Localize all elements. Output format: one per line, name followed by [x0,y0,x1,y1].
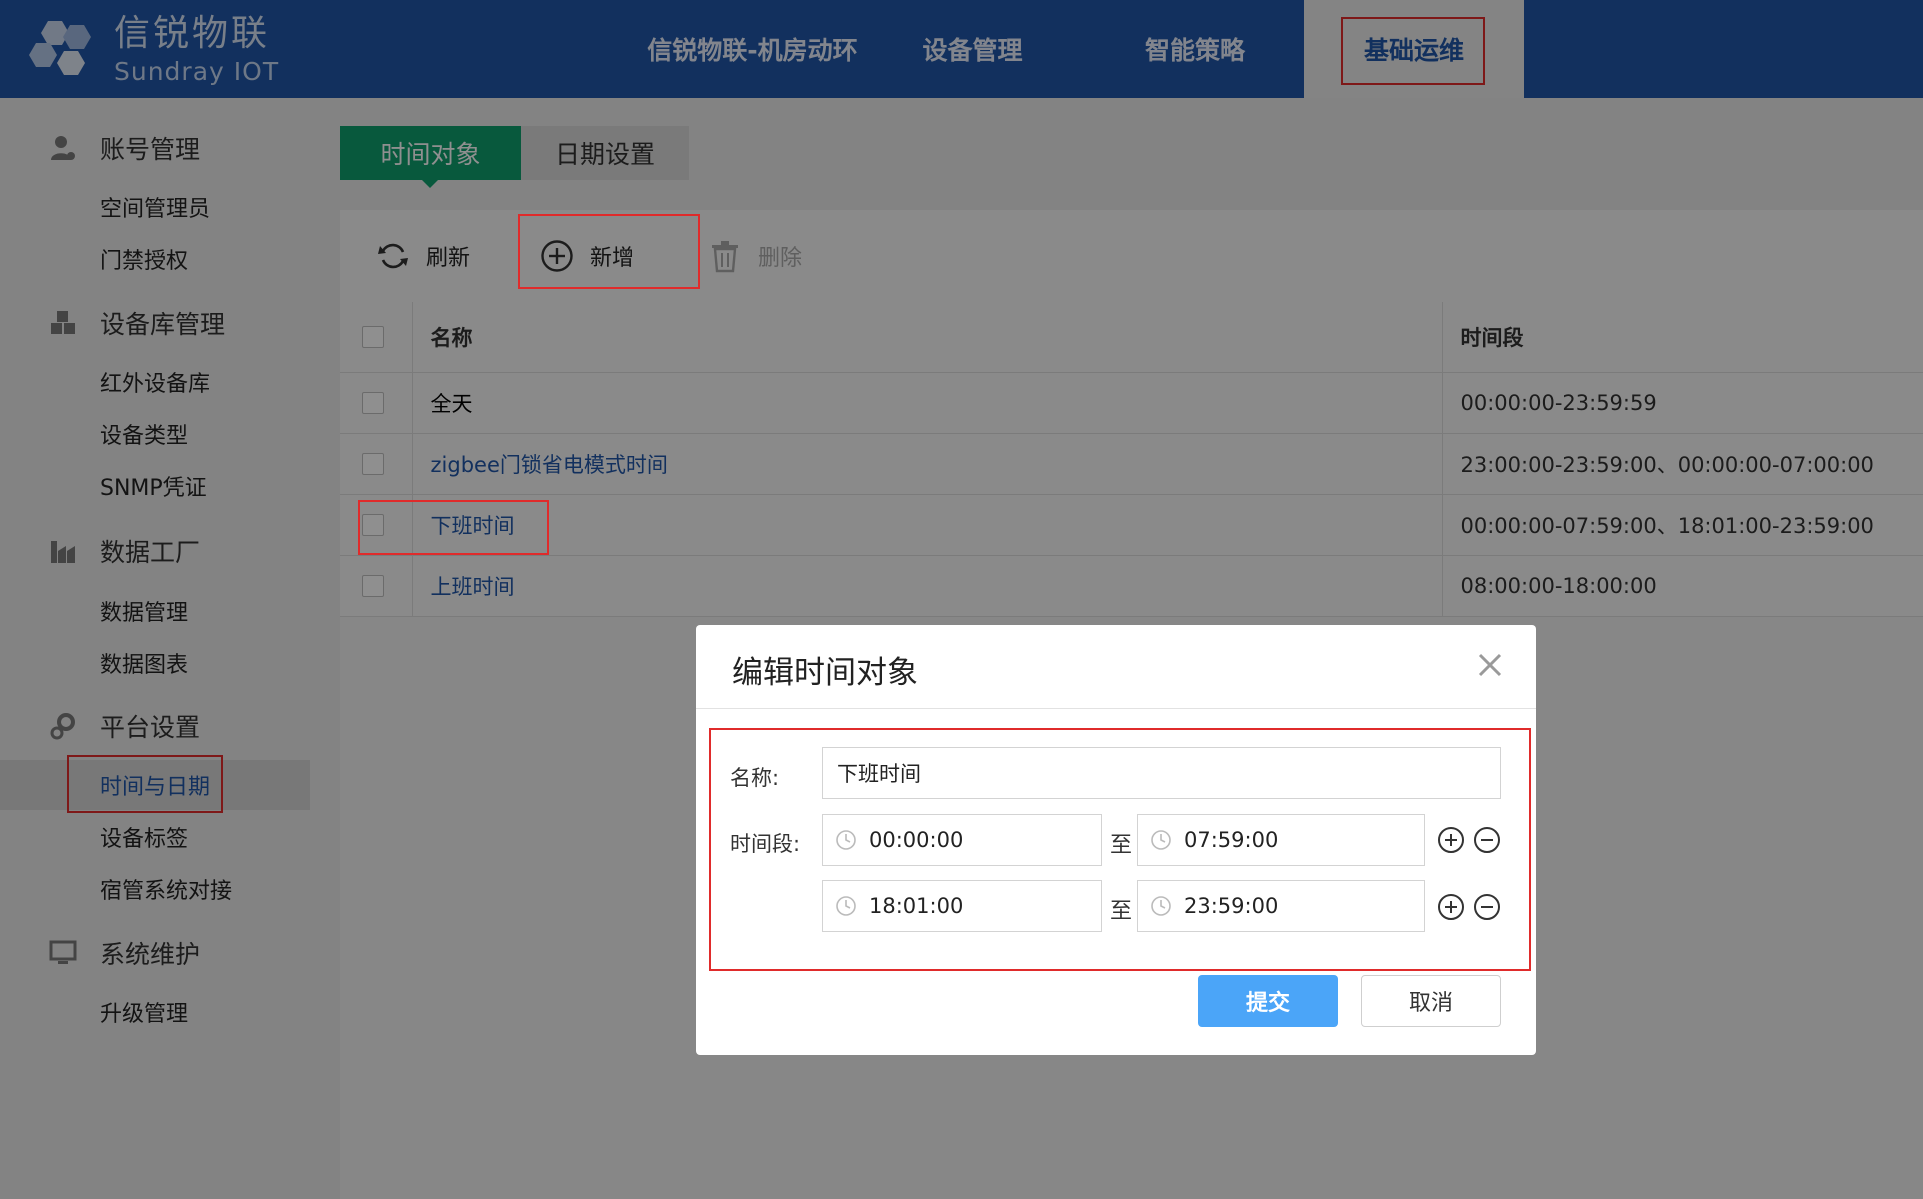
submit-button[interactable]: 提交 [1198,975,1338,1027]
time-period-label: 时间段: [730,832,801,856]
dialog-title: 编辑时间对象 [732,655,918,691]
name-input[interactable]: 下班时间 [822,747,1501,799]
period-2-end-value: 23:59:00 [1184,894,1279,918]
close-icon[interactable] [1474,649,1506,681]
clock-icon [1151,896,1171,916]
period-2-end-input[interactable]: 23:59:00 [1137,880,1425,932]
clock-icon [836,896,856,916]
period-1-start-value: 00:00:00 [869,828,964,852]
to-label: 至 [1110,899,1133,924]
period-1-end-input[interactable]: 07:59:00 [1137,814,1425,866]
add-period-icon[interactable] [1437,826,1465,854]
dialog-header: 编辑时间对象 [696,625,1536,709]
remove-period-icon[interactable] [1473,826,1501,854]
clock-icon [1151,830,1171,850]
to-label: 至 [1110,833,1133,858]
period-2-start-input[interactable]: 18:01:00 [822,880,1102,932]
period-1-end-value: 07:59:00 [1184,828,1279,852]
remove-period-icon[interactable] [1473,893,1501,921]
name-field-label: 名称: [730,766,780,790]
cancel-button[interactable]: 取消 [1361,975,1501,1027]
clock-icon [836,830,856,850]
period-1-start-input[interactable]: 00:00:00 [822,814,1102,866]
name-input-value: 下班时间 [837,762,921,786]
edit-time-object-dialog: 编辑时间对象 名称: 下班时间 时间段: 00:00:00 至 07:59:00… [696,625,1536,1055]
period-2-start-value: 18:01:00 [869,894,964,918]
add-period-icon[interactable] [1437,893,1465,921]
